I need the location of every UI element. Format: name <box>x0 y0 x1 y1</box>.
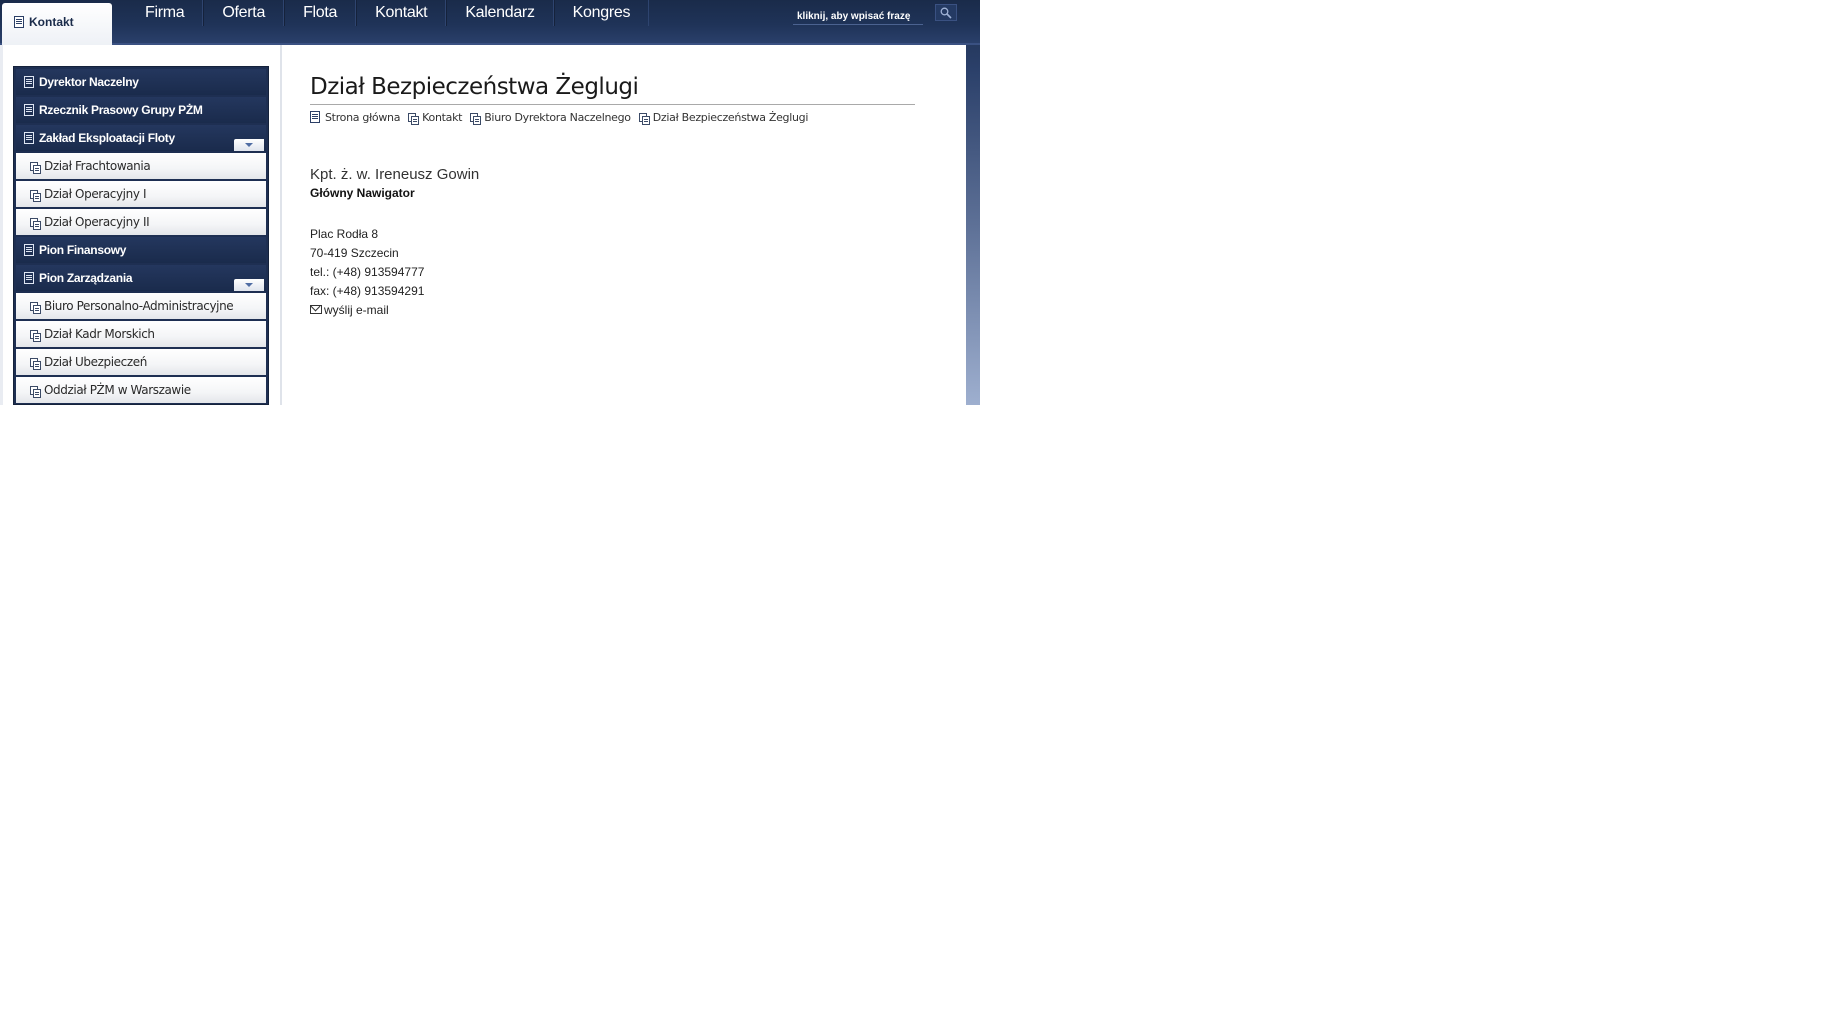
address-street: Plac Rodła 8 <box>310 227 379 241</box>
nav-item-oferta[interactable]: Oferta <box>203 0 285 26</box>
sidebar-subitem-label: Dział Operacyjny I <box>44 187 147 201</box>
current-section-tab[interactable]: Kontakt <box>2 3 112 45</box>
documents-icon <box>30 218 41 230</box>
breadcrumb-item-home[interactable]: Strona główna <box>310 111 400 124</box>
sidebar-item-pion-finansowy[interactable]: Pion Finansowy <box>16 237 266 263</box>
breadcrumb-label: Dział Bezpieczeństwa Żeglugi <box>652 111 809 124</box>
document-icon <box>24 244 34 256</box>
documents-icon <box>30 162 41 174</box>
document-icon <box>24 132 34 144</box>
sidebar-subitem-oddzial-warszawa[interactable]: Oddział PŻM w Warszawie <box>16 377 266 403</box>
phone-number: tel.: (+48) 913594777 <box>310 265 425 279</box>
address-city: 70-419 Szczecin <box>310 246 399 260</box>
document-icon <box>24 272 34 284</box>
sidebar-item-label: Pion Zarządzania <box>39 271 133 285</box>
search-input[interactable]: kliknij, aby wpisać frazę <box>793 8 923 25</box>
sidebar-item-label: Dyrektor Naczelny <box>39 75 139 89</box>
sidebar-item-dyrektor-naczelny[interactable]: Dyrektor Naczelny <box>16 69 266 95</box>
person-name: Kpt. ż. w. Ireneusz Gowin <box>310 166 480 183</box>
sidebar-menu: Dyrektor Naczelny Rzecznik Prasowy Grupy… <box>13 66 269 405</box>
documents-icon <box>30 386 41 398</box>
documents-icon <box>30 190 41 202</box>
nav-item-firma[interactable]: Firma <box>127 0 204 26</box>
nav-item-kongres[interactable]: Kongres <box>553 0 650 26</box>
email-link-label: wyślij e-mail <box>324 303 389 317</box>
fax-number: fax: (+48) 913594291 <box>310 284 425 298</box>
email-link[interactable]: wyślij e-mail <box>310 301 479 320</box>
sidebar-subitem-label: Dział Ubezpieczeń <box>44 355 147 369</box>
frame-left-edge <box>0 45 3 405</box>
sidebar-item-zaklad-eksploatacji-floty[interactable]: Zakład Eksploatacji Floty <box>16 125 266 151</box>
search-icon <box>940 7 952 19</box>
expand-toggle-chevron-down-icon[interactable] <box>234 139 264 151</box>
person-role: Główny Nawigator <box>310 186 415 200</box>
current-section-label: Kontakt <box>29 15 74 29</box>
sidebar-subitem-label: Dział Frachtowania <box>44 159 151 173</box>
expand-toggle-chevron-down-icon[interactable] <box>234 279 264 291</box>
sidebar-subitem-label: Dział Operacyjny II <box>44 215 150 229</box>
document-icon <box>310 111 320 123</box>
sidebar-divider <box>280 45 282 405</box>
sidebar-item-label: Pion Finansowy <box>39 243 127 257</box>
sidebar-item-label: Rzecznik Prasowy Grupy PŻM <box>39 103 203 117</box>
documents-icon <box>638 113 650 125</box>
contact-card: Kpt. ż. w. Ireneusz Gowin Główny Nawigat… <box>310 166 479 320</box>
nav-item-kontakt[interactable]: Kontakt <box>356 0 447 26</box>
sidebar-subitem-dzial-frachtowania[interactable]: Dział Frachtowania <box>16 153 266 179</box>
sidebar-subitem-dzial-operacyjny-1[interactable]: Dział Operacyjny I <box>16 181 266 207</box>
sidebar-subitem-biuro-personalno-administracyjne[interactable]: Biuro Personalno-Administracyjne <box>16 293 266 319</box>
sidebar-item-label: Zakład Eksploatacji Floty <box>39 131 175 145</box>
sidebar-subitem-dzial-ubezpieczen[interactable]: Dział Ubezpieczeń <box>16 349 266 375</box>
breadcrumb-item-biuro-dyrektora[interactable]: Biuro Dyrektora Naczelnego <box>470 111 631 125</box>
nav-item-flota[interactable]: Flota <box>284 0 357 26</box>
sidebar-subitem-label: Dział Kadr Morskich <box>44 327 155 341</box>
breadcrumb: Strona główna Kontakt Biuro Dyrektora Na… <box>310 111 915 125</box>
sidebar-subitem-label: Biuro Personalno-Administracyjne <box>44 299 234 313</box>
breadcrumb-label: Biuro Dyrektora Naczelnego <box>484 111 631 124</box>
documents-icon <box>30 302 41 314</box>
breadcrumb-item-kontakt[interactable]: Kontakt <box>408 111 463 125</box>
document-icon <box>24 76 34 88</box>
documents-icon <box>30 330 41 342</box>
nav-item-kalendarz[interactable]: Kalendarz <box>446 0 554 26</box>
document-icon <box>14 16 24 28</box>
page-title: Dział Bezpieczeństwa Żeglugi <box>310 72 915 105</box>
main-nav: Firma Oferta Flota Kontakt Kalendarz Kon… <box>127 0 650 28</box>
documents-icon <box>408 113 420 125</box>
documents-icon <box>470 113 482 125</box>
sidebar-item-pion-zarzadzania[interactable]: Pion Zarządzania <box>16 265 266 291</box>
top-navigation-bar: Kontakt Firma Oferta Flota Kontakt Kalen… <box>0 0 980 45</box>
document-icon <box>24 104 34 116</box>
breadcrumb-label: Kontakt <box>422 111 463 124</box>
sidebar-subitem-dzial-kadr-morskich[interactable]: Dział Kadr Morskich <box>16 321 266 347</box>
sidebar-item-rzecznik-prasowy[interactable]: Rzecznik Prasowy Grupy PŻM <box>16 97 266 123</box>
documents-icon <box>30 358 41 370</box>
site-container: Kontakt Firma Oferta Flota Kontakt Kalen… <box>0 0 980 405</box>
main-content: Dział Bezpieczeństwa Żeglugi Strona głów… <box>310 72 915 125</box>
breadcrumb-item-current[interactable]: Dział Bezpieczeństwa Żeglugi <box>638 111 809 125</box>
search-button[interactable] <box>935 4 957 21</box>
sidebar-subitem-dzial-operacyjny-2[interactable]: Dział Operacyjny II <box>16 209 266 235</box>
envelope-icon <box>310 305 322 314</box>
breadcrumb-label: Strona główna <box>325 111 401 124</box>
sidebar-subitem-label: Oddział PŻM w Warszawie <box>44 383 191 397</box>
